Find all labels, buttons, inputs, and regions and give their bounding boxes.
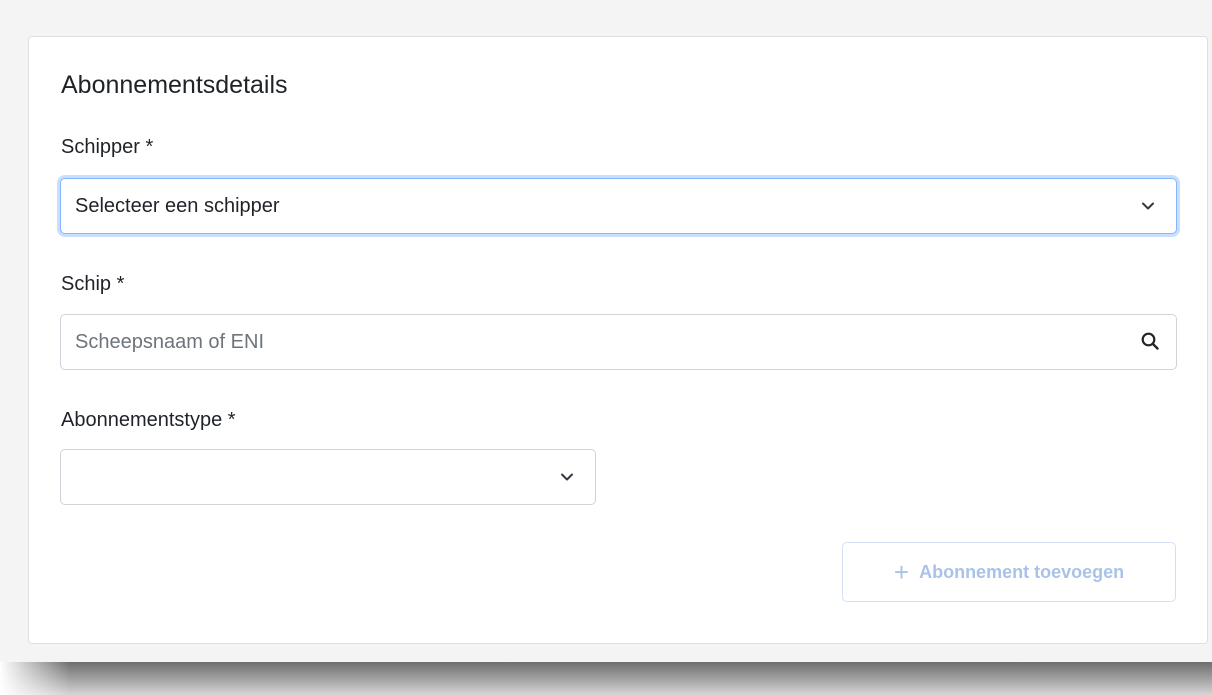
- chevron-down-icon: [1142, 202, 1154, 210]
- page: Abonnementsdetails Schipper * Selecteer …: [0, 0, 1212, 695]
- add-subscription-button[interactable]: + Abonnement toevoegen: [842, 542, 1176, 602]
- card-title: Abonnementsdetails: [61, 71, 288, 99]
- subscription-type-label: Abonnementstype *: [61, 409, 236, 431]
- skipper-select-value: Selecteer een schipper: [75, 195, 280, 217]
- add-subscription-button-label: Abonnement toevoegen: [919, 561, 1125, 582]
- ship-search-field[interactable]: Scheepsnaam of ENI: [60, 314, 1177, 370]
- skipper-label: Schipper *: [61, 136, 154, 158]
- skipper-select[interactable]: Selecteer een schipper: [60, 178, 1177, 234]
- search-icon[interactable]: [1140, 331, 1160, 351]
- plus-icon: +: [893, 557, 910, 587]
- ship-label: Schip *: [61, 273, 125, 295]
- subscription-details-card: Abonnementsdetails Schipper * Selecteer …: [28, 36, 1208, 644]
- ship-search-input[interactable]: Scheepsnaam of ENI: [75, 330, 264, 354]
- window-bottom-edge: [0, 662, 1212, 695]
- chevron-down-icon: [561, 473, 573, 481]
- window-bottom-edge-fade: [0, 662, 70, 695]
- subscription-type-select[interactable]: [60, 449, 596, 505]
